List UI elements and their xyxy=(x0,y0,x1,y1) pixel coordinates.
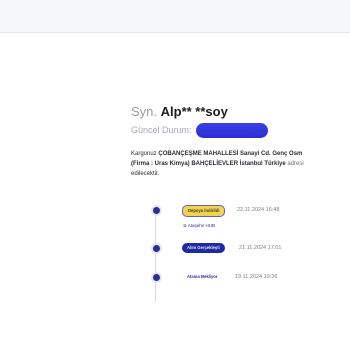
status-label: Güncel Durum: xyxy=(131,125,192,135)
timeline-dot xyxy=(151,205,162,216)
description-line-1: Kargonuz ÇOBANÇEŞME MAHALLESİ Sanayi Cd.… xyxy=(131,151,303,157)
description-line-2: (Firma : Uras Kimya) BAHÇELİEVLER İstanb… xyxy=(131,161,304,167)
status-line: Güncel Durum: xyxy=(131,122,268,138)
status-pill xyxy=(195,122,268,138)
timeline-badge: Atama Bekliyor xyxy=(187,274,218,279)
timeline-time: 21.11.2024 17:01 xyxy=(239,245,282,251)
timeline-location-label: Ataşehir HUB xyxy=(187,223,216,228)
customer-name: Alp** **soy xyxy=(160,104,228,119)
timeline-dot xyxy=(151,272,162,283)
timeline-time: 22.11.2024 16:48 xyxy=(237,207,280,213)
timeline-location: ⊚ Ataşehir HUB xyxy=(183,223,215,229)
description-line-3: edilecektir. xyxy=(131,171,160,177)
timeline-time: 19.11.2024 19:36 xyxy=(235,274,278,280)
timeline-line xyxy=(155,210,156,302)
timeline-badge: Alım Gerçekleşti xyxy=(182,243,225,253)
timeline-dot xyxy=(151,243,162,254)
header-divider xyxy=(0,32,350,33)
customer-greeting: Syn. Alp** **soy xyxy=(131,104,228,119)
salutation: Syn. xyxy=(131,104,158,119)
delivery-description: Kargonuz ÇOBANÇEŞME MAHALLESİ Sanayi Cd.… xyxy=(131,149,350,179)
timeline-badge: Depoya İndirildi xyxy=(182,205,226,217)
top-bar xyxy=(0,0,350,32)
pin-icon: ⊚ xyxy=(183,223,187,228)
